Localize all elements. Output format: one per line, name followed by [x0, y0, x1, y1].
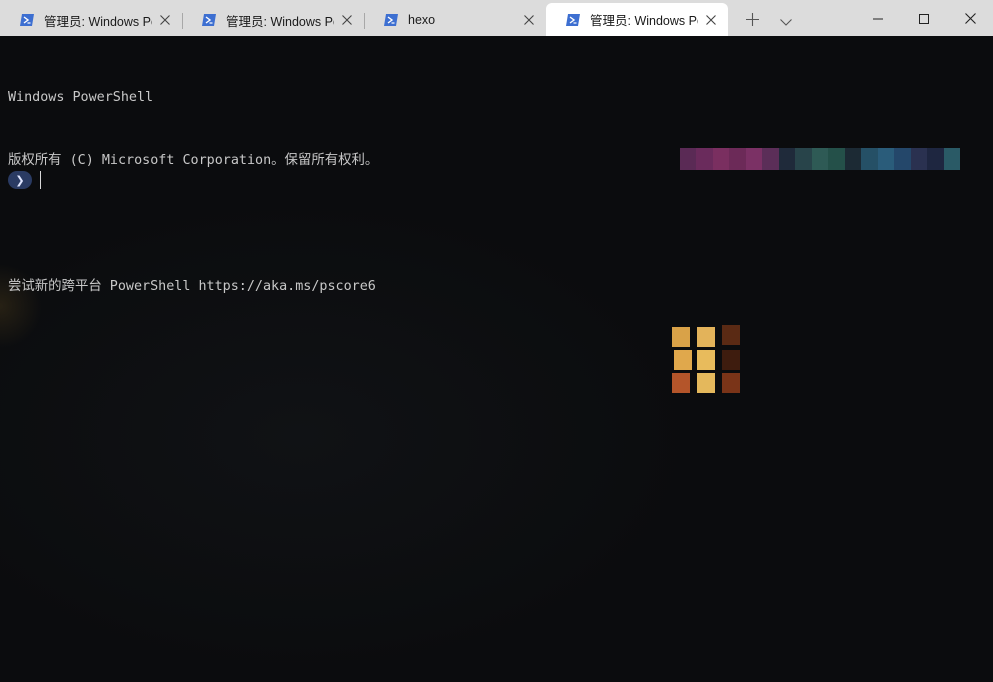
- tab-powershell-active[interactable]: 管理员: Windows PowerShell: [546, 3, 728, 36]
- terminal-pane[interactable]: Windows PowerShell 版权所有 (C) Microsoft Co…: [0, 36, 993, 682]
- tab-powershell-2[interactable]: 管理员: Windows PowerShell: [182, 4, 364, 36]
- prompt-line: ❯: [8, 171, 41, 189]
- lit-window-background-image: [672, 325, 742, 395]
- terminal-output: Windows PowerShell 版权所有 (C) Microsoft Co…: [8, 45, 378, 339]
- tab-dropdown-button[interactable]: [770, 4, 802, 36]
- tab-strip: 管理员: Windows PowerShell 管理员: Windows Pow…: [0, 0, 728, 36]
- prompt-indicator: ❯: [8, 171, 32, 189]
- maximize-button[interactable]: [901, 0, 947, 36]
- new-tab-button[interactable]: [734, 4, 770, 36]
- terminal-line: 版权所有 (C) Microsoft Corporation。保留所有权利。: [8, 153, 379, 168]
- tab-title: hexo: [408, 13, 436, 27]
- terminal-line: Windows PowerShell: [8, 90, 154, 105]
- close-icon[interactable]: [698, 7, 724, 33]
- terminal-window: 管理员: Windows PowerShell 管理员: Windows Pow…: [0, 0, 993, 682]
- tab-bar: 管理员: Windows PowerShell 管理员: Windows Pow…: [0, 0, 993, 36]
- plus-icon: [745, 11, 759, 30]
- tab-title: 管理员: Windows PowerShell: [44, 14, 152, 29]
- minimize-button[interactable]: [855, 0, 901, 36]
- window-controls: [855, 0, 993, 36]
- close-icon[interactable]: [516, 7, 542, 33]
- maximize-icon: [919, 9, 929, 28]
- tab-title: 管理员: Windows PowerShell: [590, 14, 698, 28]
- minimize-icon: [873, 9, 883, 28]
- text-cursor: [40, 171, 41, 189]
- close-window-button[interactable]: [947, 0, 993, 36]
- powershell-icon: [566, 13, 580, 26]
- close-icon[interactable]: [152, 7, 178, 33]
- chevron-down-icon: [780, 11, 792, 30]
- powershell-icon: [202, 14, 216, 26]
- pixelated-redaction: [680, 148, 960, 170]
- close-icon: [964, 9, 976, 28]
- close-icon[interactable]: [334, 7, 360, 33]
- tab-title: 管理员: Windows PowerShell: [226, 14, 334, 29]
- tab-powershell-1[interactable]: 管理员: Windows PowerShell: [0, 4, 182, 36]
- tab-hexo[interactable]: hexo: [364, 4, 546, 36]
- powershell-icon: [20, 14, 34, 26]
- powershell-icon: [384, 14, 398, 26]
- terminal-line: 尝试新的跨平台 PowerShell https://aka.ms/pscore…: [8, 279, 376, 294]
